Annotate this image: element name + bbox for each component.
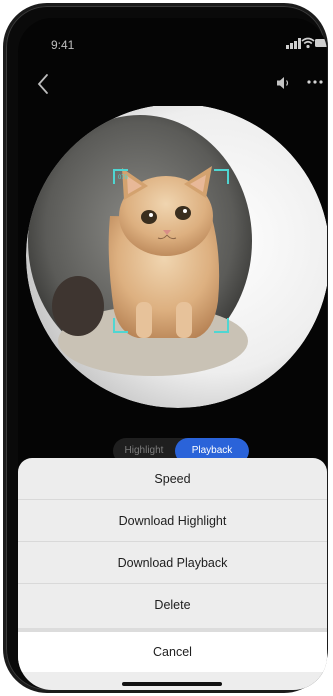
home-indicator[interactable] — [122, 682, 222, 686]
shadow-kitten — [52, 276, 104, 336]
wifi-icon — [301, 37, 315, 49]
speed-option[interactable]: Speed — [18, 458, 327, 500]
video-view[interactable]: 076 — [18, 104, 327, 436]
camera-feed: 076 — [26, 104, 327, 408]
ellipsis-icon[interactable] — [306, 79, 324, 85]
battery-icon — [315, 39, 327, 47]
download-playback-option[interactable]: Download Playback — [18, 542, 327, 584]
delete-option[interactable]: Delete — [18, 584, 327, 626]
signal-icon — [286, 38, 301, 49]
cat — [108, 166, 220, 338]
status-time: 9:41 — [51, 38, 75, 52]
detection-label: 076 — [118, 175, 129, 181]
chevron-left-icon[interactable] — [36, 73, 50, 95]
cancel-button[interactable]: Cancel — [18, 632, 327, 672]
action-sheet: Speed Download Highlight Download Playba… — [18, 458, 327, 690]
status-bar: 9:41 — [18, 18, 327, 58]
download-highlight-option[interactable]: Download Highlight — [18, 500, 327, 542]
speaker-icon[interactable] — [276, 76, 292, 90]
app-screen: 9:41 076 Highlight Playback Speed Downlo… — [18, 18, 327, 690]
phone-frame: 9:41 076 Highlight Playback Speed Downlo… — [3, 3, 328, 693]
